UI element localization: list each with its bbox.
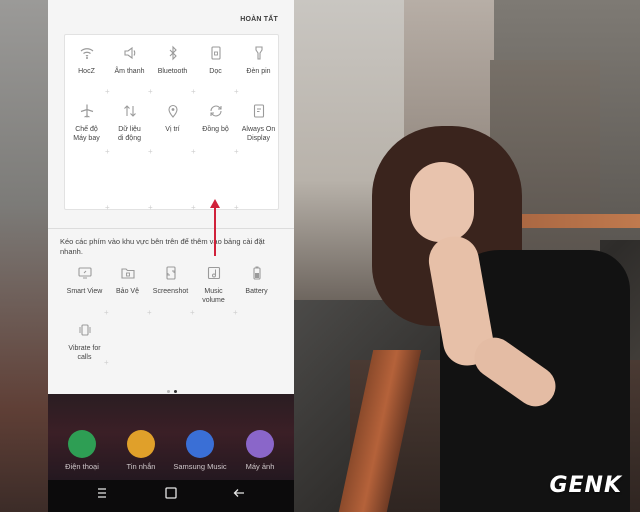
drag-arrow-head <box>210 199 220 208</box>
smart-view-icon <box>77 267 92 279</box>
camera-icon <box>246 430 274 458</box>
tile-mobile-data[interactable]: Dữ liệu di động <box>108 103 151 143</box>
tile-screenshot[interactable]: Screenshot <box>149 265 192 296</box>
page-dot-active <box>174 390 177 393</box>
done-button[interactable]: HOÀN TẤT <box>240 16 278 23</box>
tile-label: Music volume <box>202 288 225 304</box>
airplane-icon <box>80 104 93 118</box>
tile-label: Đồng bộ <box>202 126 229 133</box>
tile-music-volume[interactable]: Music volume <box>192 265 235 305</box>
tile-label: Vị trí <box>165 126 180 133</box>
tile-sync[interactable]: Đồng bộ <box>194 103 237 134</box>
drag-hint-text: Kéo các phím vào khu vực bên trên để thê… <box>60 237 265 256</box>
section-divider <box>48 228 294 229</box>
bluetooth-icon <box>169 45 177 61</box>
tile-label: Always On Display <box>241 126 276 142</box>
tile-always-on-display[interactable]: Always On Display <box>237 103 280 143</box>
background-building-left <box>0 0 48 512</box>
phone-icon <box>68 430 96 458</box>
tile-label: Chế độ Máy bay <box>73 126 100 142</box>
tile-airplane[interactable]: Chế độ Máy bay <box>65 103 108 143</box>
tile-location[interactable]: Vị trí <box>151 103 194 134</box>
tile-label: Dọc <box>209 68 222 75</box>
grid-marker: + <box>147 308 152 317</box>
app-phone[interactable]: Điện thoại <box>54 430 110 471</box>
tile-label: Âm thanh <box>114 68 145 75</box>
tile-flashlight[interactable]: Đèn pin <box>237 45 280 76</box>
always-on-display-icon <box>253 104 264 118</box>
recents-icon[interactable] <box>92 486 112 502</box>
tile-battery[interactable]: Battery <box>235 265 278 296</box>
tile-vibrate-for-calls[interactable]: Vibrate for calls <box>63 322 106 362</box>
tile-sound[interactable]: Âm thanh <box>108 45 151 76</box>
tile-wifi[interactable]: HocZ <box>65 45 108 76</box>
grid-marker: + <box>191 203 196 212</box>
tile-label: Bluetooth <box>157 68 188 75</box>
back-icon[interactable] <box>229 486 249 502</box>
sync-icon <box>209 105 222 117</box>
tile-label: Smart View <box>66 288 103 295</box>
flashlight-icon <box>254 46 263 60</box>
page-dot <box>167 390 170 393</box>
tile-label: Battery <box>245 288 268 295</box>
app-messages[interactable]: Tin nhắn <box>113 430 169 471</box>
grid-marker: + <box>105 203 110 212</box>
secure-folder-icon <box>120 268 135 279</box>
tile-label: Bảo Vệ <box>116 288 139 295</box>
drag-arrow <box>214 206 216 256</box>
battery-icon <box>252 266 261 280</box>
location-icon <box>167 104 178 118</box>
messages-icon <box>127 430 155 458</box>
grid-marker: + <box>191 87 196 96</box>
vibrate-icon <box>79 324 90 336</box>
active-tiles-area: HocZ Âm thanh Bluetooth Dọc Đèn pin Chế … <box>64 34 280 212</box>
sound-icon <box>123 46 135 60</box>
app-label: Samsung Music <box>173 462 227 471</box>
tile-smart-view[interactable]: Smart View <box>63 265 106 296</box>
grid-marker: + <box>148 87 153 96</box>
mobile-data-icon <box>123 105 136 117</box>
portrait-lock-icon <box>210 46 221 60</box>
grid-marker: + <box>104 358 109 367</box>
tile-label: Screenshot <box>152 288 189 295</box>
genk-watermark: GENK <box>549 473 622 498</box>
tile-label: Dữ liệu di động <box>118 126 141 142</box>
tile-label: HocZ <box>78 68 95 75</box>
grid-marker: + <box>234 87 239 96</box>
grid-marker: + <box>233 308 238 317</box>
grid-marker: + <box>104 308 109 317</box>
tile-label: Vibrate for calls <box>68 345 101 361</box>
grid-marker: + <box>234 147 239 156</box>
app-samsung-music[interactable]: Samsung Music <box>172 430 228 471</box>
grid-marker: + <box>234 203 239 212</box>
grid-marker: + <box>148 147 153 156</box>
music-volume-icon <box>207 266 220 280</box>
app-label: Máy ảnh <box>245 462 275 471</box>
tile-bluetooth[interactable]: Bluetooth <box>151 45 194 76</box>
screenshot-icon <box>165 266 176 280</box>
phone-screen: HOÀN TẤT HocZ Âm thanh Bluetooth Dọc Đèn… <box>48 0 294 512</box>
quick-settings-edit-panel: HOÀN TẤT HocZ Âm thanh Bluetooth Dọc Đèn… <box>48 0 294 394</box>
app-label: Điện thoại <box>65 462 99 471</box>
grid-marker: + <box>105 147 110 156</box>
tile-secure-folder[interactable]: Bảo Vệ <box>106 265 149 296</box>
wifi-icon <box>80 48 93 59</box>
grid-marker: + <box>148 203 153 212</box>
woman-face <box>410 162 474 242</box>
tile-portrait[interactable]: Dọc <box>194 45 237 76</box>
grid-marker: + <box>190 308 195 317</box>
grid-marker: + <box>105 87 110 96</box>
grid-marker: + <box>191 147 196 156</box>
app-label: Tin nhắn <box>126 462 156 471</box>
app-camera[interactable]: Máy ảnh <box>232 430 288 471</box>
tile-label: Đèn pin <box>246 68 271 75</box>
music-icon <box>186 430 214 458</box>
home-icon[interactable] <box>161 486 181 502</box>
